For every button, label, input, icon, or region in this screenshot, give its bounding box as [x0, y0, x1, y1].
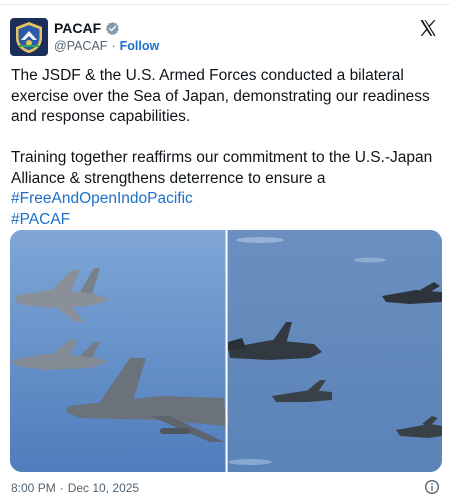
pacaf-emblem-icon: [10, 18, 48, 56]
avatar[interactable]: [10, 18, 48, 56]
name-row: PACAF: [54, 20, 120, 36]
info-icon[interactable]: [424, 479, 440, 495]
verified-badge-icon: [106, 21, 120, 35]
timestamp-separator: ·: [59, 481, 64, 495]
tweet-date: Dec 10, 2025: [67, 481, 140, 495]
tweet-timestamp[interactable]: 8:00 PM · Dec 10, 2025: [11, 481, 139, 495]
top-divider: [0, 4, 450, 5]
media-gallery: [10, 230, 442, 472]
aircraft-formation-photo-right[interactable]: [228, 230, 442, 472]
handle[interactable]: @PACAF: [54, 39, 107, 53]
follow-button[interactable]: Follow: [120, 39, 160, 53]
handle-row: @PACAF · Follow: [54, 39, 159, 53]
tweet-paragraph-1: The JSDF & the U.S. Armed Forces conduct…: [11, 67, 430, 125]
x-logo-icon[interactable]: [418, 18, 438, 38]
tweet-paragraph-2: Training together reaffirms our commitme…: [11, 149, 433, 187]
hashtag-pacaf[interactable]: #PACAF: [11, 210, 441, 231]
tweet-header: PACAF @PACAF · Follow: [10, 16, 440, 58]
media-photos: [10, 230, 442, 472]
handle-separator: ·: [111, 39, 116, 53]
tweet-card: PACAF @PACAF · Follow The JSDF & the U.S…: [0, 0, 450, 500]
tweet-text: The JSDF & the U.S. Armed Forces conduct…: [11, 66, 441, 230]
display-name[interactable]: PACAF: [54, 20, 101, 36]
aircraft-formation-photo-left[interactable]: [10, 230, 226, 472]
hashtag-free-and-open-indo-pacific[interactable]: #FreeAndOpenIndoPacific: [11, 189, 441, 210]
tweet-time: 8:00 PM: [11, 481, 56, 495]
